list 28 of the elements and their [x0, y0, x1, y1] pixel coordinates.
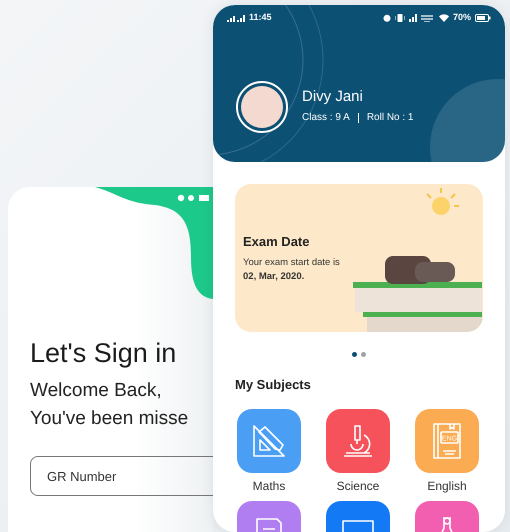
- roll-number-label: Roll No : 1: [366, 111, 414, 125]
- alarm-icon: [382, 14, 391, 22]
- greeting-text: You've been misse: [30, 406, 190, 431]
- subject-name: Science: [336, 478, 380, 494]
- vibrate-icon: [394, 14, 405, 22]
- battery-icon: [475, 14, 491, 22]
- signal-icon: [227, 14, 245, 22]
- status-time: 11:45: [249, 11, 272, 24]
- subject-name: Maths: [252, 478, 286, 494]
- greeting-text: Welcome Back,: [30, 379, 163, 404]
- gr-number-field[interactable]: GR Number: [30, 456, 213, 496]
- wifi-icon: [438, 14, 449, 22]
- carousel-dot[interactable]: [352, 352, 357, 357]
- subject-name: English: [427, 478, 467, 494]
- ruler-pencil-icon: [251, 422, 287, 458]
- class-label: Class : 9 A: [302, 111, 350, 125]
- student-name: Divy Jani: [302, 88, 364, 106]
- banner-title: Exam Date: [243, 233, 310, 252]
- sign-in-title: Let's Sign in: [30, 337, 178, 370]
- subject-tile[interactable]: [326, 408, 390, 472]
- avatar: [236, 80, 288, 132]
- banner-text: Your exam start date is: [243, 256, 341, 270]
- exam-date: 02, Mar, 2020.: [243, 270, 306, 284]
- carousel-dot[interactable]: [361, 352, 366, 357]
- status-icons: [177, 194, 209, 202]
- subject-tile[interactable]: [237, 408, 301, 472]
- subjects-heading: My Subjects: [235, 376, 312, 394]
- battery-percent: 70%: [452, 11, 471, 24]
